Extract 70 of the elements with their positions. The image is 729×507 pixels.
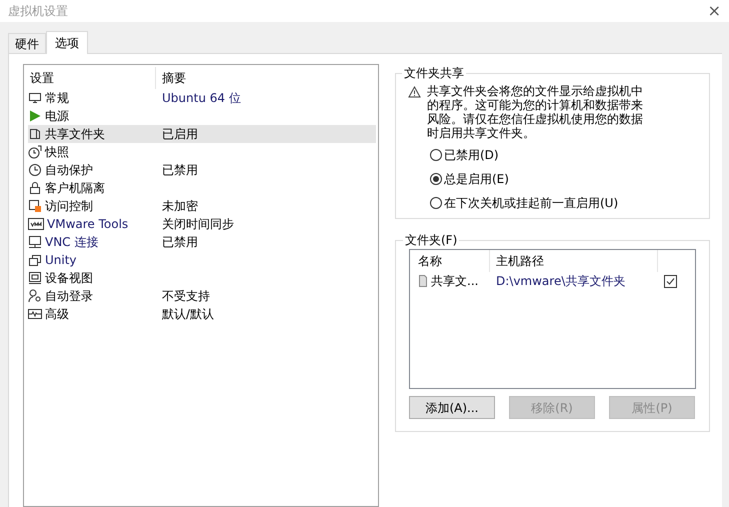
settings-row[interactable]: VMware Tools 关闭时间同步 xyxy=(28,215,376,233)
setting-name: 常规 xyxy=(45,90,69,107)
close-button[interactable]: × xyxy=(708,3,721,19)
play-icon xyxy=(30,110,40,122)
radio-button[interactable] xyxy=(430,149,442,161)
warning-text: 共享文件夹会将您的文件显示给虚拟机中的程序。这可能为您的计算机和数据带来风险。请仅在您信任虚拟机使用您的数据时启用共享文件夹。 xyxy=(427,84,644,140)
setting-summary: Ubuntu 64 位 xyxy=(162,90,241,107)
dialog-button[interactable]: 添加(A)... xyxy=(409,396,495,419)
settings-row[interactable]: Unity xyxy=(28,251,376,269)
setting-name: 设备视图 xyxy=(45,270,93,287)
setting-summary: 已禁用 xyxy=(162,234,198,251)
settings-row[interactable]: 快照 xyxy=(28,143,376,161)
setting-name: Unity xyxy=(45,252,77,269)
settings-row[interactable]: 共享文件夹 已启用 xyxy=(28,125,376,143)
radio-label[interactable]: 总是启用(E) xyxy=(444,170,509,188)
radio-label[interactable]: 已禁用(D) xyxy=(444,146,499,164)
folder-icon xyxy=(418,275,428,287)
column-header[interactable]: 摘要 xyxy=(156,69,186,87)
lock-icon xyxy=(28,181,42,195)
vm-icon xyxy=(28,217,44,231)
monitor-icon xyxy=(29,93,41,103)
folder-path: D:\vmware\共享文件夹 xyxy=(495,273,626,290)
settings-row[interactable]: 电源 xyxy=(28,107,376,125)
setting-summary: 不受支持 xyxy=(162,288,210,305)
windows-icon xyxy=(28,253,42,267)
column-header[interactable]: 设置 xyxy=(24,67,156,89)
radio-button[interactable] xyxy=(430,173,442,185)
settings-row[interactable]: 设备视图 xyxy=(28,269,376,287)
camera-clock-icon xyxy=(28,145,42,159)
setting-name: 自动保护 xyxy=(45,162,93,179)
settings-row[interactable]: 自动登录 不受支持 xyxy=(28,287,376,305)
group-title: 文件夹共享 xyxy=(403,65,465,82)
setting-summary: 默认/默认 xyxy=(162,306,214,323)
setting-summary: 未加密 xyxy=(162,198,198,215)
setting-summary: 关闭时间同步 xyxy=(162,216,234,233)
waveform-icon xyxy=(28,307,42,321)
column-header[interactable]: 名称 xyxy=(410,250,490,272)
column-header[interactable]: 主机路径 xyxy=(490,250,658,272)
setting-summary: 已禁用 xyxy=(162,162,198,179)
user-key-icon xyxy=(28,289,42,303)
settings-row[interactable]: 常规 Ubuntu 64 位 xyxy=(28,89,376,107)
settings-row[interactable]: 高级 默认/默认 xyxy=(28,305,376,323)
device-view-icon xyxy=(28,271,42,285)
setting-name: 共享文件夹 xyxy=(45,126,105,143)
setting-name: VMware Tools xyxy=(47,216,128,233)
tab[interactable]: 硬件 xyxy=(8,33,46,53)
setting-name: VNC 连接 xyxy=(45,234,98,251)
network-screen-icon xyxy=(28,235,42,249)
folder-icon xyxy=(30,129,40,139)
clock-icon xyxy=(28,163,42,177)
checkbox[interactable] xyxy=(664,274,677,288)
settings-row[interactable]: 自动保护 已禁用 xyxy=(28,161,376,179)
setting-name: 客户机隔离 xyxy=(45,180,105,197)
settings-row[interactable]: VNC 连接 已禁用 xyxy=(28,233,376,251)
setting-name: 自动登录 xyxy=(45,288,93,305)
setting-name: 快照 xyxy=(45,144,69,161)
setting-summary: 已启用 xyxy=(162,126,198,143)
setting-name: 访问控制 xyxy=(45,198,93,215)
settings-row[interactable]: 客户机隔离 xyxy=(28,179,376,197)
setting-name: 高级 xyxy=(45,306,69,323)
locked-window-icon xyxy=(28,199,42,213)
settings-row[interactable]: 访问控制 未加密 xyxy=(28,197,376,215)
folder-name: 共享文... xyxy=(431,273,478,290)
radio-button[interactable] xyxy=(430,197,442,209)
window-title: 虚拟机设置 xyxy=(8,3,68,20)
warning-icon xyxy=(408,86,421,98)
group-title: 文件夹(F) xyxy=(404,232,458,249)
tab[interactable]: 选项 xyxy=(46,31,88,54)
setting-name: 电源 xyxy=(45,108,69,125)
radio-label[interactable]: 在下次关机或挂起前一直启用(U) xyxy=(444,194,618,212)
